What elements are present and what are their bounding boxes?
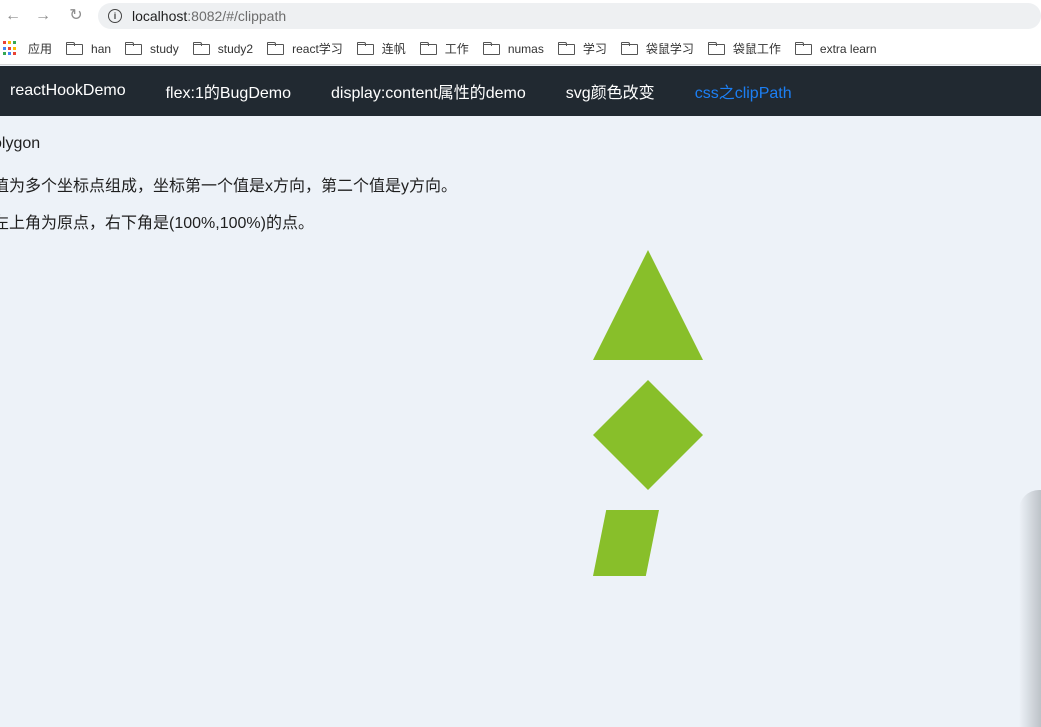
browser-toolbar: ← → ↻ i localhost:8082/#/clippath (0, 0, 1041, 33)
folder-icon (794, 42, 812, 55)
triangle-shape (593, 250, 703, 360)
bookmark-folder[interactable]: numas (482, 41, 544, 56)
nav-link-css-clippath[interactable]: css之clipPath (695, 79, 792, 103)
main-content: olygon 值为多个坐标点组成，坐标第一个值是x方向，第二个值是y方向。 左上… (0, 116, 1041, 727)
bookmark-folder[interactable]: 袋鼠工作 (707, 40, 781, 57)
bookmark-folder[interactable]: react学习 (267, 40, 343, 57)
bookmark-folder[interactable]: 袋鼠学习 (620, 40, 694, 57)
nav-link-display-content-demo[interactable]: display:content属性的demo (331, 79, 526, 103)
bookmark-folder[interactable]: 连帆 (356, 40, 406, 57)
folder-icon (482, 42, 500, 55)
apps-icon (3, 41, 18, 56)
description-line: 值为多个坐标点组成，坐标第一个值是x方向，第二个值是y方向。 (0, 178, 458, 195)
back-icon[interactable]: ← (3, 6, 23, 26)
window-edge-shadow (1019, 490, 1041, 727)
folder-icon (267, 42, 285, 55)
url-host: localhost (132, 8, 188, 24)
nav-link-flex-bug-demo[interactable]: flex:1的BugDemo (166, 79, 291, 103)
bookmark-label: 工作 (444, 42, 469, 56)
folder-icon (125, 42, 143, 55)
bookmark-label: 袋鼠工作 (732, 42, 781, 56)
folder-icon (419, 42, 437, 55)
nav-link-react-hook-demo[interactable]: reactHookDemo (10, 82, 126, 100)
bookmark-label: react学习 (292, 42, 343, 56)
bookmark-label: extra learn (819, 41, 877, 56)
bookmark-label: 学习 (582, 42, 607, 56)
bookmark-folder[interactable]: 工作 (419, 40, 469, 57)
parallelogram-shape (593, 510, 659, 576)
reload-icon[interactable]: ↻ (66, 6, 86, 26)
bookmark-label: numas (507, 41, 544, 56)
url-path: :8082/#/clippath (187, 8, 287, 24)
folder-icon (620, 42, 638, 55)
description-line: 左上角为原点，右下角是(100%,100%)的点。 (0, 215, 314, 232)
diamond-shape (593, 380, 703, 490)
app-nav: reactHookDemo flex:1的BugDemo display:con… (0, 66, 1041, 116)
bookmark-folder[interactable]: 学习 (557, 40, 607, 57)
bookmarks-bar: 应用 han study study2 react学习 连帆 工作 numas … (0, 33, 1041, 65)
info-icon[interactable]: i (108, 9, 122, 23)
bookmark-label: 连帆 (381, 42, 406, 56)
address-bar[interactable]: i localhost:8082/#/clippath (98, 3, 1041, 29)
bookmark-apps[interactable]: 应用 (3, 40, 52, 57)
bookmark-folder[interactable]: study (125, 42, 179, 56)
bookmark-label: study (150, 41, 179, 56)
bookmark-label: 袋鼠学习 (645, 42, 694, 56)
bookmark-folder[interactable]: extra learn (794, 41, 877, 56)
folder-icon (192, 42, 210, 55)
bookmark-folder[interactable]: study2 (192, 41, 254, 56)
forward-icon[interactable]: → (33, 6, 53, 26)
bookmark-label: 应用 (28, 42, 53, 56)
folder-icon (557, 42, 575, 55)
folder-icon (356, 42, 374, 55)
folder-icon (707, 42, 725, 55)
bookmark-label: han (91, 41, 112, 56)
bookmark-folder[interactable]: han (66, 42, 111, 56)
heading-polygon: olygon (0, 135, 41, 152)
bookmark-label: study2 (217, 41, 254, 56)
nav-link-svg-color[interactable]: svg颜色改变 (566, 79, 655, 103)
folder-icon (66, 42, 84, 55)
